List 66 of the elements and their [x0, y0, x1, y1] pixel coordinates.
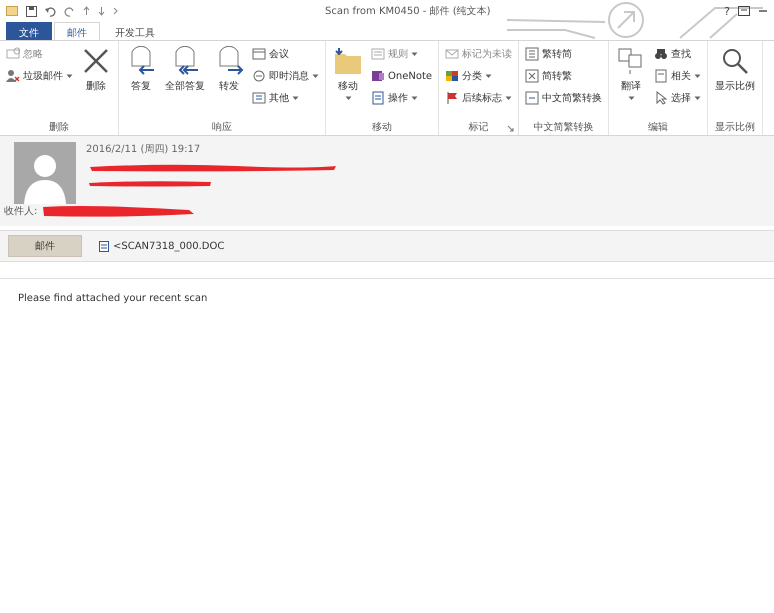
ribbon-command[interactable]: 其他 — [250, 88, 321, 108]
ribbon-command[interactable]: 简转繁 — [523, 66, 604, 86]
ignore-icon — [6, 47, 20, 61]
cursor-icon — [654, 91, 668, 105]
ribbon-options-icon[interactable] — [738, 6, 750, 16]
ribbon-button[interactable]: 移动 — [330, 44, 366, 119]
message-tab[interactable]: 邮件 — [8, 235, 82, 257]
binoculars-icon — [654, 47, 668, 61]
group-label: 编辑 — [648, 120, 668, 134]
convert-icon — [525, 47, 540, 61]
ribbon-command[interactable]: 中文简繁转换 — [523, 88, 604, 108]
attachment-item[interactable]: <SCAN7318_000.DOC — [90, 236, 234, 256]
ribbon-command[interactable]: 垃圾邮件 — [4, 66, 75, 86]
ribbon-button[interactable]: 答复 — [123, 44, 159, 119]
ribbon-command[interactable]: OneNote — [369, 66, 434, 86]
group-label: 移动 — [372, 121, 392, 134]
unread-icon — [445, 47, 460, 61]
window-title: Scan from KM0450 - 邮件 (纯文本) — [325, 4, 491, 18]
flag-icon — [445, 91, 460, 105]
up-arrow-icon[interactable] — [83, 6, 90, 16]
folder-icon — [333, 46, 363, 76]
more-icon[interactable] — [113, 7, 118, 15]
undo-icon[interactable] — [45, 6, 56, 16]
group-label: 响应 — [212, 120, 232, 134]
ribbon-command[interactable]: 分类 — [443, 66, 514, 86]
ribbon-command[interactable]: 后续标志 — [443, 88, 514, 108]
file-tab[interactable]: 文件 — [6, 22, 52, 40]
ribbon-tab[interactable]: 邮件 — [54, 22, 100, 40]
help-button[interactable]: ? — [724, 4, 730, 18]
category-icon — [445, 69, 460, 83]
save-icon[interactable] — [26, 6, 37, 16]
ribbon-button[interactable]: 删除 — [78, 44, 114, 119]
group-label: 标记 — [468, 120, 489, 134]
ribbon-command[interactable]: 繁转简 — [523, 44, 604, 64]
ribbon-command[interactable]: 即时消息 — [250, 66, 321, 86]
group-label: 删除 — [49, 121, 69, 134]
group-label: 中文简繁转换 — [534, 120, 594, 134]
document-icon — [99, 240, 109, 252]
sent-date: 2016/2/11 (周四) 19:17 — [86, 143, 202, 156]
ribbon-command[interactable]: 会议 — [250, 44, 321, 64]
rules-icon — [371, 47, 385, 61]
down-arrow-icon[interactable] — [98, 6, 105, 16]
convert-icon — [525, 69, 540, 83]
redo-icon[interactable] — [64, 6, 75, 16]
ribbon-command[interactable]: 选择 — [652, 88, 704, 108]
magnifier-icon — [720, 46, 750, 76]
person-icon — [6, 69, 20, 83]
ribbon-command[interactable]: 查找 — [652, 44, 704, 64]
ribbon-button[interactable]: 转发 — [211, 44, 247, 119]
note-icon — [371, 69, 385, 83]
ribbon-tab[interactable]: 开发工具 — [102, 22, 168, 40]
more-icon — [252, 91, 266, 105]
group-label: 显示比例 — [715, 120, 756, 134]
ribbon-button[interactable]: 翻译 — [613, 44, 650, 119]
actions-icon — [371, 91, 385, 105]
ribbon-command[interactable]: 操作 — [369, 88, 434, 108]
dialog-launcher-icon[interactable] — [507, 125, 514, 132]
avatar-icon — [14, 142, 76, 204]
ribbon-button[interactable]: 显示比例 — [712, 44, 758, 119]
message-body: Please find attached your recent scan — [18, 293, 208, 304]
ribbon-command[interactable]: 相关 — [652, 66, 704, 86]
convert-icon — [525, 91, 540, 105]
page-icon — [654, 69, 668, 83]
recipient-label: 收件人: — [4, 205, 38, 218]
ribbon-button[interactable]: 全部答复 — [162, 44, 208, 119]
meeting-icon — [252, 47, 266, 61]
